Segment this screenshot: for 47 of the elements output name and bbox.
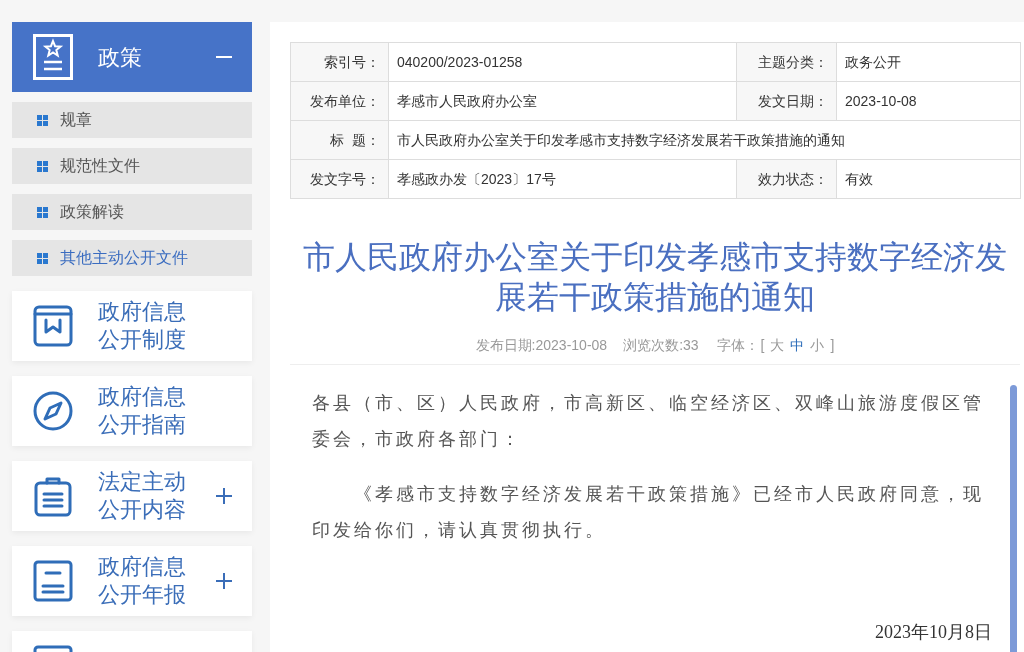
sidebar-card[interactable]: 法定主动 公开内容 — [12, 461, 252, 531]
font-size-option[interactable]: 小 — [810, 335, 825, 355]
field-value: 2023-10-08 — [836, 81, 1021, 121]
font-size-option[interactable]: 中 — [790, 335, 805, 355]
field-label: 效力状态： — [736, 159, 837, 199]
body-paragraph: 各县（市、区）人民政府，市高新区、临空经济区、双峰山旅游度假区管委会，市政府各部门： — [312, 392, 985, 451]
sidebar-card[interactable]: 政府信息 公开年报 — [12, 546, 252, 616]
field-label: 发文日期： — [736, 81, 837, 121]
submenu-item[interactable]: 政策解读 — [12, 194, 252, 230]
field-label: 索引号： — [290, 42, 389, 82]
policy-header-button[interactable]: 政策 — [12, 22, 252, 92]
compass-icon — [33, 390, 73, 432]
article-title: 市人民政府办公室关于印发孝感市支持数字经济发展若干政策措施的通知 — [302, 238, 1008, 317]
field-label: 标 题： — [290, 120, 389, 160]
field-value: 孝感市人民政府办公室 — [388, 81, 737, 121]
field-value: 040200/2023-01258 — [388, 42, 737, 82]
grid-icon — [37, 160, 48, 172]
plus-icon — [216, 573, 232, 589]
grid-icon — [37, 206, 48, 218]
view-count: 浏览次数:33 — [623, 336, 699, 355]
bracket: ] — [830, 336, 835, 355]
submenu-item[interactable]: 其他主动公开文件 — [12, 240, 252, 276]
field-value: 市人民政府办公室关于印发孝感市支持数字经济发展若干政策措施的通知 — [388, 120, 1021, 160]
grid-icon — [37, 114, 48, 126]
grid-icon — [37, 252, 48, 264]
signature-date: 2023年10月8日 — [875, 621, 992, 644]
publish-date: 发布日期:2023-10-08 — [475, 336, 608, 355]
star-document-icon — [33, 34, 73, 80]
bracket: [ — [760, 336, 765, 355]
sidebar-card[interactable]: 政府信息 公开指南 — [12, 376, 252, 446]
field-value: 政务公开 — [836, 42, 1021, 82]
document-icon — [33, 560, 73, 602]
bookmark-book-icon — [33, 305, 73, 347]
body-paragraph: 《孝感市支持数字经济发展若干政策措施》已经市人民政府同意，现印发给你们，请认真贯彻执行。 — [312, 483, 985, 542]
sidebar-card[interactable]: 政府信息 公开制度 — [12, 291, 252, 361]
plus-icon — [216, 488, 232, 504]
field-label: 主题分类： — [736, 42, 837, 82]
field-label: 发文字号： — [290, 159, 389, 199]
field-label: 发布单位： — [290, 81, 389, 121]
submenu-item[interactable]: 规章 — [12, 102, 252, 138]
scrollbar-thumb[interactable] — [1010, 385, 1017, 652]
font-size-label: 字体： — [716, 336, 759, 355]
field-value: 有效 — [836, 159, 1021, 199]
clipboard-icon — [33, 475, 73, 517]
submenu-item[interactable]: 规范性文件 — [12, 148, 252, 184]
font-size-option[interactable]: 大 — [770, 335, 785, 355]
field-value: 孝感政办发〔2023〕17号 — [388, 159, 737, 199]
